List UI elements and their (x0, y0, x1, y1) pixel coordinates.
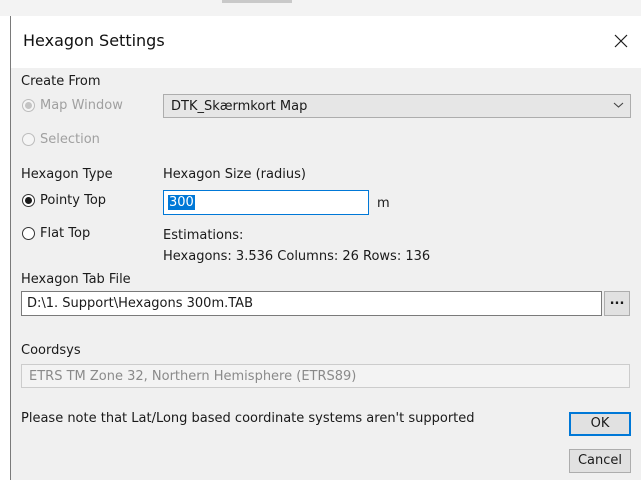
estimations-text: Hexagons: 3.536 Columns: 26 Rows: 136 (163, 249, 431, 264)
ok-button[interactable]: OK (569, 412, 631, 436)
radio-label-pointy-top: Pointy Top (40, 193, 107, 208)
estimations-label: Estimations: (163, 228, 244, 243)
coordsys-field: ETRS TM Zone 32, Northern Hemisphere (ET… (21, 364, 630, 388)
radio-map-window[interactable]: Map Window (22, 98, 123, 113)
map-window-select-value: DTK_Skærmkort Map (171, 99, 308, 114)
hexagon-size-input[interactable]: 300 (163, 190, 369, 215)
coordsys-label: Coordsys (21, 343, 81, 358)
hexagon-size-value: 300 (168, 195, 195, 210)
radio-indicator-pointy-top (22, 194, 35, 207)
background-window-mark (222, 0, 292, 3)
close-button[interactable] (606, 26, 636, 56)
tab-file-value: D:\1. Support\Hexagons 300m.TAB (27, 296, 253, 311)
radio-pointy-top[interactable]: Pointy Top (22, 193, 106, 208)
hexagon-size-label: Hexagon Size (radius) (163, 167, 306, 182)
latlong-note: Please note that Lat/Long based coordina… (21, 411, 475, 426)
background-window-strip (0, 0, 641, 16)
dialog-title: Hexagon Settings (23, 31, 165, 50)
radio-indicator-map-window (22, 99, 35, 112)
coordsys-value: ETRS TM Zone 32, Northern Hemisphere (ET… (29, 369, 357, 384)
radio-label-selection: Selection (40, 132, 100, 147)
radio-indicator-selection (22, 133, 35, 146)
browse-button[interactable]: ... (604, 291, 630, 316)
hexagon-settings-dialog: Hexagon Settings Create From Map Window … (10, 16, 641, 480)
cancel-button[interactable]: Cancel (569, 449, 631, 473)
tab-file-input[interactable]: D:\1. Support\Hexagons 300m.TAB (21, 291, 602, 316)
create-from-label: Create From (21, 74, 101, 89)
title-bar[interactable]: Hexagon Settings (11, 16, 641, 68)
close-icon (614, 34, 628, 48)
hexagon-type-label: Hexagon Type (21, 167, 113, 182)
radio-indicator-flat-top (22, 227, 35, 240)
hexagon-size-unit: m (377, 196, 390, 211)
map-window-select[interactable]: DTK_Skærmkort Map (163, 94, 631, 118)
radio-selection[interactable]: Selection (22, 132, 100, 147)
chevron-down-icon (613, 102, 624, 108)
radio-label-map-window: Map Window (40, 98, 123, 113)
radio-label-flat-top: Flat Top (40, 226, 91, 241)
radio-flat-top[interactable]: Flat Top (22, 226, 90, 241)
tab-file-label: Hexagon Tab File (21, 272, 131, 287)
